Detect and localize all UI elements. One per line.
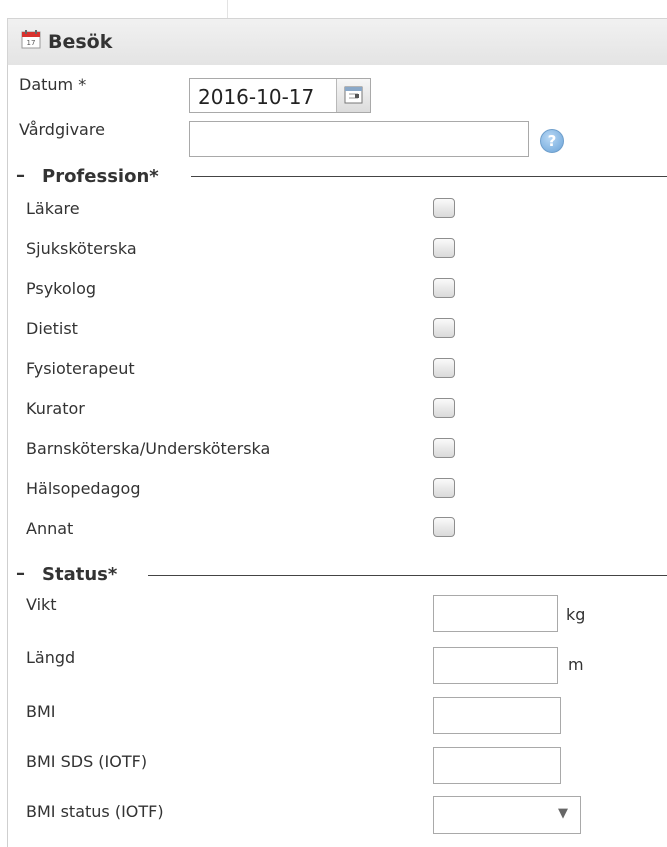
weight-input[interactable]	[433, 595, 558, 632]
help-icon[interactable]: ?	[540, 129, 564, 153]
status-collapse-toggle[interactable]: –	[16, 563, 25, 584]
date-value[interactable]: 2016-10-17	[198, 85, 314, 109]
list-item-label: Kurator	[26, 399, 85, 418]
list-item-label: Annat	[26, 519, 74, 538]
list-item-label: Dietist	[26, 319, 78, 338]
visit-form: Datum * 2016-10-17 Vårdgivare ? – Profes…	[7, 65, 667, 847]
list-item-label: Psykolog	[26, 279, 97, 298]
calendar-icon: 17	[21, 30, 41, 49]
checkbox-kurator[interactable]	[433, 398, 455, 418]
height-input[interactable]	[433, 647, 558, 684]
checkbox-barnskoterska[interactable]	[433, 438, 455, 458]
checkbox-annat[interactable]	[433, 517, 455, 537]
checkbox-fysioterapeut[interactable]	[433, 358, 455, 378]
checkbox-lakare[interactable]	[433, 198, 455, 218]
top-tab-strip	[0, 0, 667, 18]
calendar-picker-icon[interactable]	[337, 79, 370, 112]
list-item-label: Barnsköterska/Undersköterska	[26, 439, 271, 458]
weight-unit: kg	[566, 605, 586, 624]
caregiver-label: Vårdgivare	[19, 120, 105, 139]
panel-title: Besök	[48, 31, 113, 53]
list-item-label: Fysioterapeut	[26, 359, 135, 378]
bmi-input[interactable]	[433, 697, 561, 734]
bmi-status-label: BMI status (IOTF)	[26, 802, 164, 821]
profession-divider	[191, 176, 667, 177]
list-item-label: Läkare	[26, 199, 80, 218]
list-item-label: Hälsopedagog	[26, 479, 141, 498]
checkbox-dietist[interactable]	[433, 318, 455, 338]
bmi-sds-input[interactable]	[433, 747, 561, 784]
bmi-sds-label: BMI SDS (IOTF)	[26, 752, 148, 771]
date-field[interactable]: 2016-10-17	[189, 78, 371, 113]
date-picker-button[interactable]	[336, 79, 370, 112]
weight-label: Vikt	[26, 595, 57, 614]
svg-text:17: 17	[27, 39, 36, 47]
status-legend: Status*	[42, 564, 118, 585]
checkbox-halsopedagog[interactable]	[433, 478, 455, 498]
panel-header: 17 Besök	[7, 18, 667, 66]
date-label: Datum *	[19, 75, 87, 94]
bmi-status-select[interactable]: ▼	[433, 796, 581, 834]
height-unit: m	[568, 655, 584, 674]
checkbox-psykolog[interactable]	[433, 278, 455, 298]
profession-collapse-toggle[interactable]: –	[16, 165, 25, 186]
chevron-down-icon[interactable]: ▼	[558, 806, 568, 821]
height-label: Längd	[26, 648, 76, 667]
top-tab-divider	[0, 0, 228, 18]
checkbox-sjukskoterska[interactable]	[433, 238, 455, 258]
caregiver-input[interactable]	[189, 121, 529, 157]
list-item-label: Sjuksköterska	[26, 239, 137, 258]
status-divider	[148, 575, 667, 576]
bmi-label: BMI	[26, 702, 56, 721]
profession-legend: Profession*	[42, 166, 159, 187]
